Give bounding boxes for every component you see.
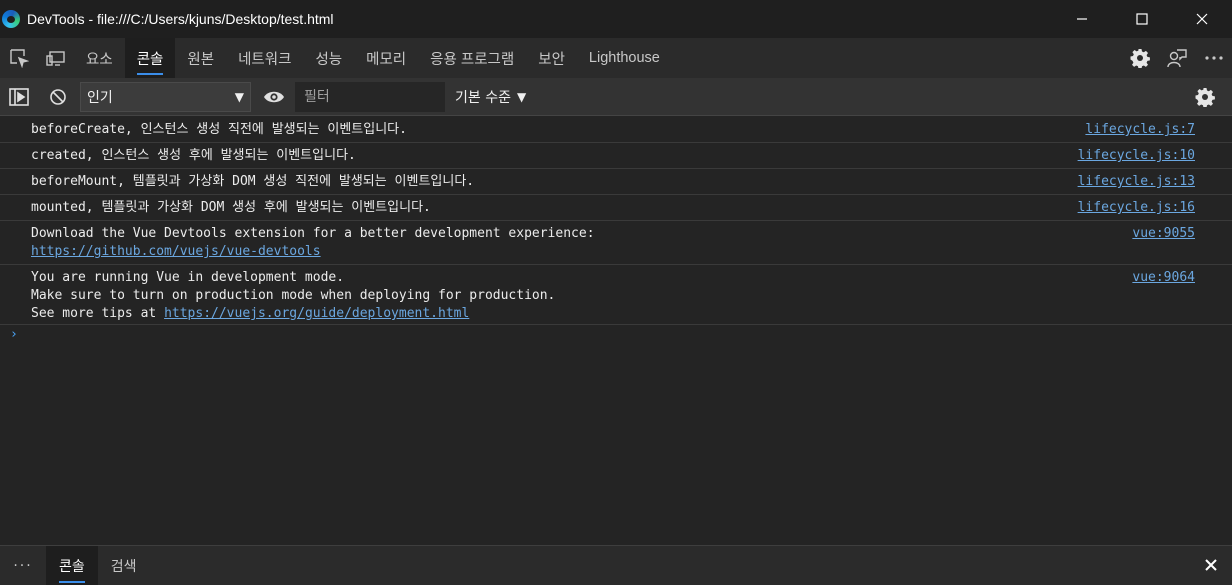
console-toolbar: 인기 ▼ 기본 수준 ▼ [0, 78, 1232, 116]
close-drawer-button[interactable] [1204, 557, 1218, 576]
log-level-value: 기본 수준 [455, 89, 511, 106]
console-message: You are running Vue in development mode.… [0, 265, 1232, 325]
message-text: Make sure to turn on production mode whe… [31, 288, 556, 303]
window-title: DevTools - file:///C:/Users/kjuns/Deskto… [27, 11, 334, 27]
tab-security[interactable]: 보안 [526, 38, 577, 78]
inspect-cursor-icon [9, 49, 29, 68]
context-select[interactable]: 인기 ▼ [80, 81, 251, 112]
gear-icon [1130, 49, 1150, 68]
console-output[interactable]: beforeCreate, 인스턴스 생성 직전에 발생되는 이벤트입니다. l… [0, 117, 1232, 545]
tabbar-actions [1121, 38, 1232, 78]
maximize-icon [1136, 13, 1148, 25]
console-message: beforeMount, 템플릿과 가상화 DOM 생성 직전에 발생되는 이벤… [0, 169, 1232, 195]
context-select-value: 인기 [87, 89, 113, 106]
more-options-button[interactable] [1195, 38, 1232, 78]
edge-logo-icon [2, 10, 20, 28]
feedback-button[interactable] [1158, 38, 1195, 78]
devtools-tab-bar: 요소 콘솔 원본 네트워크 성능 메모리 응용 프로그램 보안 Lighthou… [0, 38, 1232, 78]
message-text: You are running Vue in development mode. [31, 270, 345, 285]
toolbar-right [1186, 78, 1224, 116]
title-bar: DevTools - file:///C:/Users/kjuns/Deskto… [0, 0, 1232, 38]
drawer-tab-bar: ··· 콘솔 검색 [0, 545, 1232, 585]
message-text: beforeCreate, 인스턴스 생성 직전에 발생되는 이벤트입니다. [31, 122, 407, 137]
chevron-down-icon: ▼ [516, 89, 527, 104]
source-link[interactable]: lifecycle.js:10 [1078, 147, 1195, 165]
console-message: mounted, 템플릿과 가상화 DOM 생성 후에 발생되는 이벤트입니다.… [0, 195, 1232, 221]
console-message: beforeCreate, 인스턴스 생성 직전에 발생되는 이벤트입니다. l… [0, 117, 1232, 143]
show-sidebar-button[interactable] [0, 78, 38, 116]
chevron-down-icon: ▼ [234, 89, 244, 104]
message-text: Download the Vue Devtools extension for … [31, 226, 595, 241]
feedback-person-icon [1166, 49, 1187, 68]
drawer-tab-console[interactable]: 콘솔 [46, 545, 98, 585]
maximize-button[interactable] [1112, 0, 1172, 38]
close-icon [1196, 13, 1208, 25]
message-link[interactable]: https://github.com/vuejs/vue-devtools [31, 244, 321, 259]
source-link[interactable]: vue:9055 [1132, 225, 1195, 243]
window-controls [1052, 0, 1232, 38]
source-link[interactable]: lifecycle.js:16 [1078, 199, 1195, 217]
message-link[interactable]: https://vuejs.org/guide/deployment.html [164, 306, 469, 321]
inspect-element-button[interactable] [0, 38, 37, 78]
console-message: Download the Vue Devtools extension for … [0, 221, 1232, 265]
console-message: created, 인스턴스 생성 후에 발생되는 이벤트입니다. lifecyc… [0, 143, 1232, 169]
minimize-icon [1077, 18, 1087, 20]
minimize-button[interactable] [1052, 0, 1112, 38]
drawer-tab-search[interactable]: 검색 [98, 546, 150, 585]
message-text: beforeMount, 템플릿과 가상화 DOM 생성 직전에 발생되는 이벤… [31, 174, 475, 189]
live-expression-button[interactable] [255, 78, 293, 116]
tab-performance[interactable]: 성능 [303, 38, 354, 78]
source-link[interactable]: lifecycle.js:7 [1085, 121, 1195, 139]
close-window-button[interactable] [1172, 0, 1232, 38]
tab-sources[interactable]: 원본 [175, 38, 226, 78]
eye-icon [264, 91, 284, 102]
sidebar-toggle-icon [9, 87, 29, 106]
tab-network[interactable]: 네트워크 [226, 38, 303, 78]
source-link[interactable]: vue:9064 [1132, 269, 1195, 287]
tab-elements[interactable]: 요소 [74, 38, 125, 78]
drawer-more-button[interactable]: ··· [0, 558, 46, 574]
console-prompt-icon[interactable]: › [10, 327, 18, 342]
close-icon [1205, 559, 1217, 571]
message-text: mounted, 템플릿과 가상화 DOM 생성 후에 발생되는 이벤트입니다. [31, 200, 431, 215]
tab-application[interactable]: 응용 프로그램 [418, 38, 526, 78]
device-emulation-button[interactable] [37, 38, 74, 78]
settings-button[interactable] [1121, 38, 1158, 78]
log-level-select[interactable]: 기본 수준 ▼ [455, 87, 526, 107]
source-link[interactable]: lifecycle.js:13 [1078, 173, 1195, 191]
tab-console[interactable]: 콘솔 [124, 38, 176, 78]
message-text: See more tips at [31, 306, 165, 321]
block-clear-icon [50, 88, 66, 105]
device-icon [45, 51, 65, 66]
clear-console-button[interactable] [38, 78, 78, 116]
message-text: created, 인스턴스 생성 후에 발생되는 이벤트입니다. [31, 148, 356, 163]
console-settings-button[interactable] [1186, 78, 1224, 116]
tab-lighthouse[interactable]: Lighthouse [577, 38, 672, 78]
filter-input[interactable] [295, 81, 445, 112]
tab-memory[interactable]: 메모리 [354, 38, 418, 78]
gear-icon [1195, 88, 1215, 107]
more-dots-icon [1204, 56, 1223, 60]
